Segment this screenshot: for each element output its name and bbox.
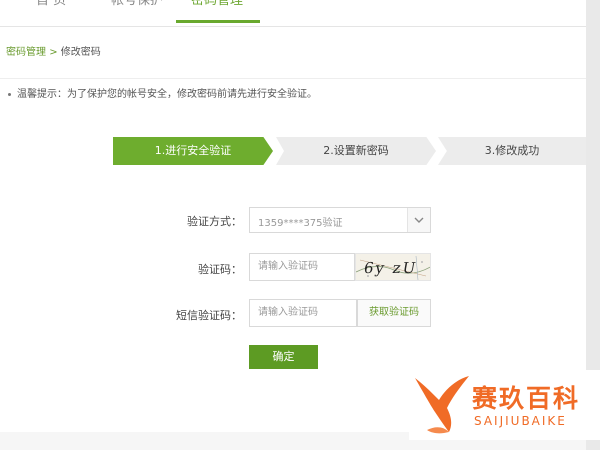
step-progress: 1.进行安全验证 2.设置新密码 3.修改成功	[113, 137, 586, 165]
nav-item-account-protection[interactable]: 帐号保护	[111, 0, 163, 14]
step-success: 3.修改成功	[438, 137, 586, 165]
captcha-label: 验证码：	[198, 263, 242, 276]
confirm-button[interactable]: 确定	[249, 345, 318, 369]
divider	[0, 78, 586, 79]
security-tip-text: 温馨提示：为了保护您的帐号安全，修改密码前请先进行安全验证。	[17, 89, 317, 100]
captcha-image[interactable]: 6y zU	[355, 253, 431, 281]
captcha-text: 6y zU	[362, 259, 419, 277]
nav-item-home[interactable]: 首 页	[36, 0, 66, 14]
chevron-down-icon[interactable]	[407, 208, 430, 232]
top-nav: 首 页 帐号保护 密码管理	[0, 0, 586, 27]
captcha-input[interactable]: 请输入验证码	[249, 253, 355, 281]
whale-tail-icon	[415, 376, 469, 434]
step-new-password: 2.设置新密码	[276, 137, 436, 165]
breadcrumb-link[interactable]: 密码管理	[6, 47, 46, 58]
breadcrumb-separator: >	[49, 47, 58, 58]
get-sms-code-button[interactable]: 获取验证码	[357, 299, 431, 327]
method-label: 验证方式：	[187, 215, 242, 228]
password-change-page: 首 页 帐号保护 密码管理 密码管理 > 修改密码 温馨提示：为了保护您的帐号安…	[0, 0, 600, 450]
chevron-down-icon-glyph	[414, 217, 424, 223]
watermark-title: 赛玖百科	[472, 384, 581, 413]
breadcrumb-current: 修改密码	[60, 47, 101, 58]
sms-code-input[interactable]: 请输入验证码	[249, 299, 357, 327]
verification-method-value: 1359****375验证	[258, 218, 343, 229]
active-tab-indicator	[176, 20, 260, 23]
security-tip: 温馨提示：为了保护您的帐号安全，修改密码前请先进行安全验证。	[8, 85, 317, 100]
bullet-icon	[8, 92, 11, 96]
nav-item-password-management[interactable]: 密码管理	[191, 0, 243, 14]
breadcrumb: 密码管理 > 修改密码	[6, 43, 101, 58]
sms-code-label: 短信验证码：	[176, 309, 242, 322]
watermark-subtitle: SAIJIUBAIKE	[474, 414, 567, 428]
verification-method-select[interactable]: 1359****375验证	[249, 207, 431, 233]
step-verify: 1.进行安全验证	[113, 137, 273, 165]
